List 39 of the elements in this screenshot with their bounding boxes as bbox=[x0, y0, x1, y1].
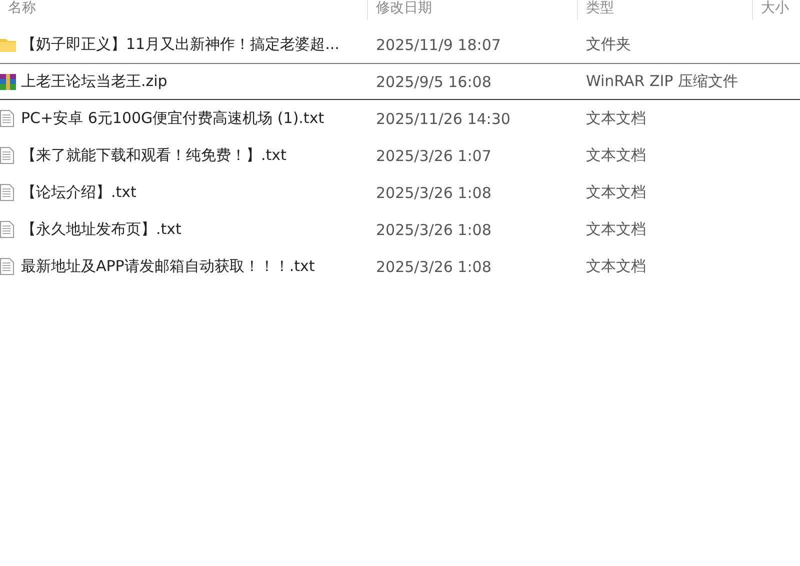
file-row[interactable]: 最新地址及APP请发邮箱自动获取！！！.txt 2025/3/26 1:08 文本文档 bbox=[0, 248, 800, 285]
text-file-icon bbox=[0, 184, 14, 201]
file-name: 【论坛介绍】.txt bbox=[21, 183, 136, 201]
modified-date: 2025/11/26 14:30 bbox=[376, 110, 510, 128]
file-name: 最新地址及APP请发邮箱自动获取！！！.txt bbox=[21, 257, 315, 275]
file-name: 【奶子即正义】11月又出新神作！搞定老婆超... bbox=[21, 35, 340, 53]
file-row[interactable]: 上老王论坛当老王.zip 2025/9/5 16:08 WinRAR ZIP 压缩文件 bbox=[0, 63, 800, 100]
column-header[interactable]: 修改日期 bbox=[368, 0, 578, 20]
text-file-icon bbox=[0, 258, 14, 275]
modified-date: 2025/3/26 1:08 bbox=[376, 220, 492, 238]
archive-icon bbox=[0, 74, 16, 90]
file-name: 【永久地址发布页】.txt bbox=[21, 220, 182, 238]
modified-date: 2025/3/26 1:08 bbox=[376, 184, 492, 202]
file-row[interactable]: 【永久地址发布页】.txt 2025/3/26 1:08 文本文档 bbox=[0, 211, 800, 248]
file-name: 上老王论坛当老王.zip bbox=[21, 72, 168, 90]
file-name: 【来了就能下载和观看！纯免费！】.txt bbox=[21, 146, 286, 164]
file-row[interactable]: 【论坛介绍】.txt 2025/3/26 1:08 文本文档 bbox=[0, 174, 800, 211]
modified-date: 2025/11/9 18:07 bbox=[376, 36, 501, 54]
file-type: 文本文档 bbox=[586, 257, 646, 275]
file-row[interactable]: 【奶子即正义】11月又出新神作！搞定老婆超... 2025/11/9 18:07 文件夹 bbox=[0, 26, 800, 63]
file-type: 文本文档 bbox=[586, 109, 646, 127]
folder-icon bbox=[0, 38, 16, 52]
modified-date: 2025/3/26 1:08 bbox=[376, 258, 492, 276]
file-type: 文件夹 bbox=[586, 35, 631, 53]
file-row[interactable]: 【来了就能下载和观看！纯免费！】.txt 2025/3/26 1:07 文本文档 bbox=[0, 137, 800, 174]
modified-date: 2025/3/26 1:07 bbox=[376, 146, 492, 164]
file-type: WinRAR ZIP 压缩文件 bbox=[586, 72, 738, 90]
text-file-icon bbox=[0, 110, 14, 127]
text-file-icon bbox=[0, 147, 14, 164]
modified-date: 2025/9/5 16:08 bbox=[376, 72, 492, 90]
text-file-icon bbox=[0, 221, 14, 238]
file-row[interactable]: PC+安卓 6元100G便宜付费高速机场 (1).txt 2025/11/26 14:30 文本文档 bbox=[0, 100, 800, 137]
file-name: PC+安卓 6元100G便宜付费高速机场 (1).txt bbox=[21, 109, 324, 127]
column-header[interactable]: 大小 bbox=[753, 0, 800, 20]
file-type: 文本文档 bbox=[586, 146, 646, 164]
file-type: 文本文档 bbox=[586, 220, 646, 238]
column-header[interactable]: 类型 bbox=[578, 0, 753, 20]
file-type: 文本文档 bbox=[586, 183, 646, 201]
column-header[interactable]: 名称 bbox=[0, 0, 368, 20]
